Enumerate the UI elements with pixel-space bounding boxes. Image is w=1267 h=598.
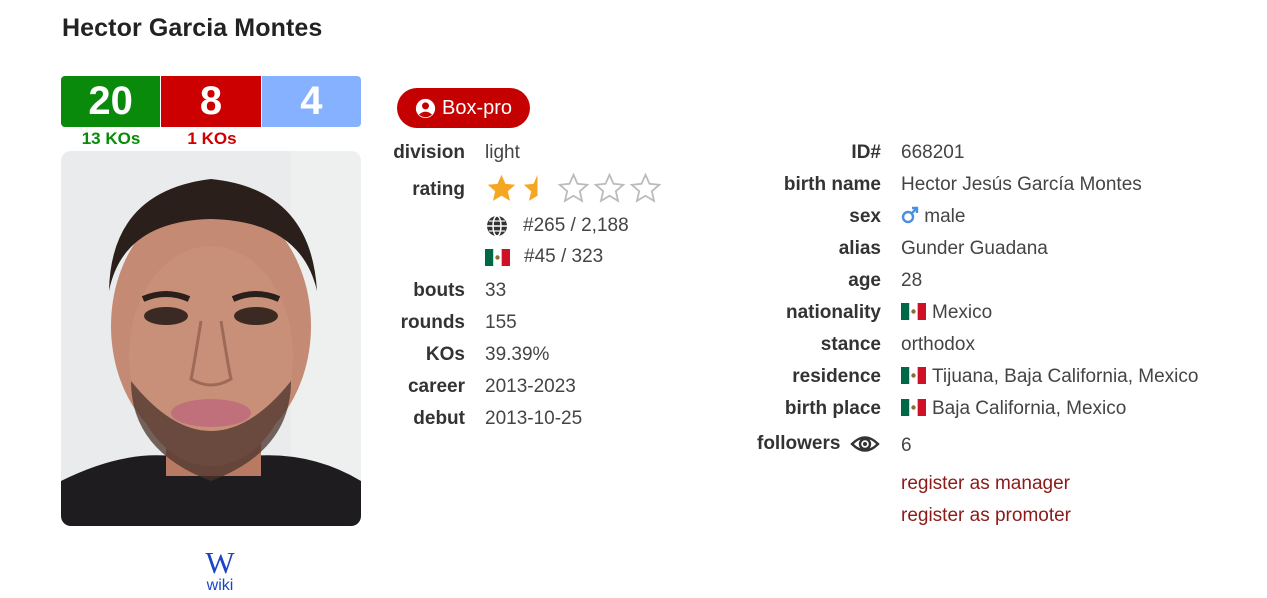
nationality-label: nationality [785,302,881,323]
career-label: career [407,376,465,397]
rounds-label: rounds [400,312,465,333]
national-rank[interactable]: #45 / 323 [485,246,603,268]
bouts-label: bouts [413,280,465,301]
birth-name-value: Hector Jesús García Montes [901,174,1142,195]
eye-icon[interactable] [850,433,881,455]
age-label: age [848,270,881,291]
mexico-flag-icon [901,367,926,384]
sex-value: male [924,206,966,227]
draws-count: 4 [260,76,361,127]
stance-value: orthodox [901,334,975,355]
boxer-name: Hector Garcia Montes [62,14,323,42]
boxer-photo [61,151,361,526]
division-value: light [485,142,520,163]
star-half-icon [523,174,538,201]
record-summary: 20 8 4 [61,76,361,127]
losses-count: 8 [160,76,261,127]
followers-value: 6 [901,435,912,456]
sex-label: sex [849,206,881,227]
star-full-icon [487,174,516,201]
star-empty-icon [557,172,590,203]
mexico-flag-icon [901,303,926,320]
residence-row[interactable]: Tijuana, Baja California, Mexico [901,366,1198,388]
birth-place-value: Baja California, Mexico [932,398,1127,419]
followers-label: followers [757,433,841,454]
star-empty-icon [629,172,662,203]
win-kos: 13 KOs [81,129,141,148]
loss-kos: 1 KOs [187,129,237,148]
national-rank-value: #45 / 323 [524,246,604,267]
career-value: 2013-2023 [485,376,576,397]
nationality-row[interactable]: Mexico [901,302,992,324]
register-promoter-link[interactable]: register as promoter [901,505,1071,527]
nationality-value: Mexico [932,302,993,323]
birth-name-label: birth name [783,174,881,195]
star-empty-icon [593,172,626,203]
world-rank-value: #265 / 2,188 [523,215,629,236]
debut-label: debut [413,408,465,429]
age-value: 28 [901,270,923,291]
male-icon [901,206,919,224]
mexico-flag-icon [901,399,926,416]
user-circle-icon [415,98,436,118]
globe-icon [487,215,507,237]
rating-label: rating [412,179,465,200]
debut-value: 2013-10-25 [485,408,583,429]
birth-place-row[interactable]: Baja California, Mexico [901,398,1126,420]
box-pro-label: Box-pro [441,96,513,119]
bouts-value: 33 [485,280,507,301]
residence-value: Tijuana, Baja California, Mexico [932,366,1199,387]
residence-label: residence [792,366,881,387]
rounds-value: 155 [485,312,517,333]
stance-label: stance [820,334,881,355]
id-label: ID# [851,142,881,163]
world-rank[interactable]: #265 / 2,188 [485,214,629,238]
box-pro-badge[interactable]: Box-pro [397,88,530,128]
sex-value-row: male [901,206,965,228]
mexico-flag-icon [485,248,510,266]
rating-stars [485,172,662,205]
kos-label: KOs [425,344,465,365]
id-value: 668201 [901,142,965,163]
register-manager-link[interactable]: register as manager [901,473,1070,495]
wiki-label: wiki [206,577,234,594]
alias-label: alias [838,238,881,259]
followers-label-row[interactable]: followers [757,433,881,455]
birth-place-label: birth place [784,398,881,419]
kos-value: 39.39% [485,344,550,365]
division-label: division [393,142,465,163]
wikipedia-icon: W [205,545,235,580]
wins-count: 20 [61,76,161,127]
wiki-link[interactable]: W wiki [190,547,250,594]
alias-value: Gunder Guadana [901,238,1048,259]
